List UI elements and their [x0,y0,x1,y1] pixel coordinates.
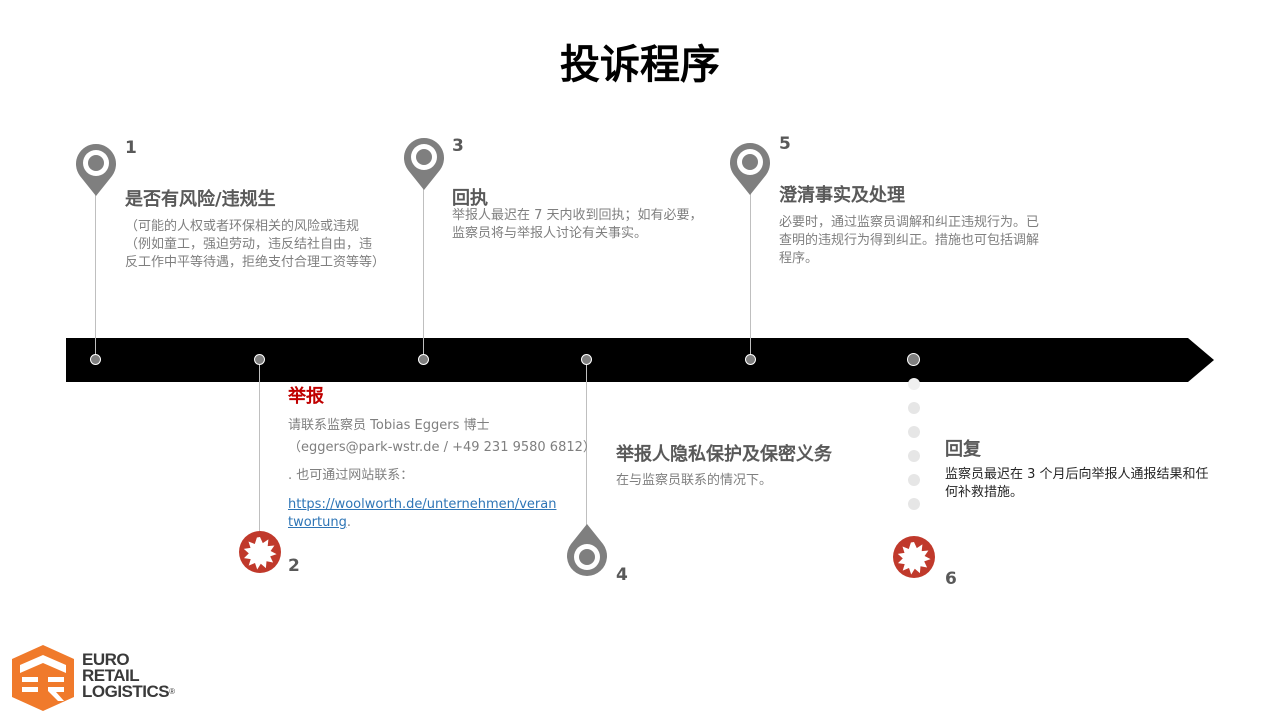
contact-line: 请联系监察员 Tobias Eggers 博士 [288,418,490,433]
timeline-dot-3 [418,354,429,365]
timeline-dot-1 [90,354,101,365]
step-number: 5 [779,134,791,154]
seal-badge-icon [239,531,281,573]
step-heading: 举报 [288,386,324,407]
company-logo-icon [12,645,74,711]
connector-line-5 [750,190,751,358]
step-heading: 是否有风险/违规生 [125,189,276,210]
logo-line: LOGISTICS® [82,682,175,701]
map-pin-icon [404,138,444,190]
map-pin-icon [567,524,607,576]
website-link[interactable]: https://woolworth.de/unternehmen/verantw… [288,497,556,530]
step-heading: 举报人隐私保护及保密义务 [616,444,832,465]
connector-line-1 [95,190,96,358]
timeline-arrow [66,338,1214,382]
step-number: 2 [288,556,300,576]
step-heading: 澄清事实及处理 [779,185,905,206]
fade-dot [908,378,920,390]
fade-dot [908,474,920,486]
registered-mark: ® [169,687,175,696]
fade-dot [908,402,920,414]
timeline-dot-4 [581,354,592,365]
map-pin-icon [730,143,770,195]
fade-dot [908,498,920,510]
connector-line-3 [423,184,424,358]
step-text: （可能的人权或者环保相关的风险或违规（例如童工，强迫劳动，违反结社自由，违反工作… [125,219,386,270]
fade-dot [908,450,920,462]
website-note: . 也可通过网站联系： [288,468,414,483]
website-link-wrap: https://woolworth.de/unternehmen/verantw… [288,496,558,532]
map-pin-icon [76,144,116,196]
step-text: 监察员最迟在 3 个月后向举报人通报结果和任何补救措施。 [945,467,1209,500]
link-suffix: . [346,515,351,530]
step-number: 1 [125,138,137,158]
step-heading: 回复 [945,439,981,460]
step-number: 4 [616,565,628,585]
step-text: 必要时，通过监察员调解和纠正违规行为。已查明的违规行为得到纠正。措施也可包括调解… [779,215,1040,266]
seal-badge-icon [893,536,935,578]
logo-text: EURO RETAIL LOGISTICS® [82,651,175,701]
contact-details: （eggers@park-wstr.de / +49 231 9580 6812… [288,440,596,455]
page-title: 投诉程序 [560,42,720,88]
timeline-dot-5 [745,354,756,365]
step-text: 在与监察员联系的情况下。 [616,473,773,488]
connector-line-2 [259,362,260,534]
timeline-dot-2 [254,354,265,365]
step-number: 6 [945,569,957,589]
fade-dot [908,426,920,438]
timeline-dot-6 [907,353,920,366]
step-number: 3 [452,136,464,156]
step-text: 举报人最迟在 7 天内收到回执；如有必要，监察员将与举报人讨论有关事实。 [452,208,703,241]
